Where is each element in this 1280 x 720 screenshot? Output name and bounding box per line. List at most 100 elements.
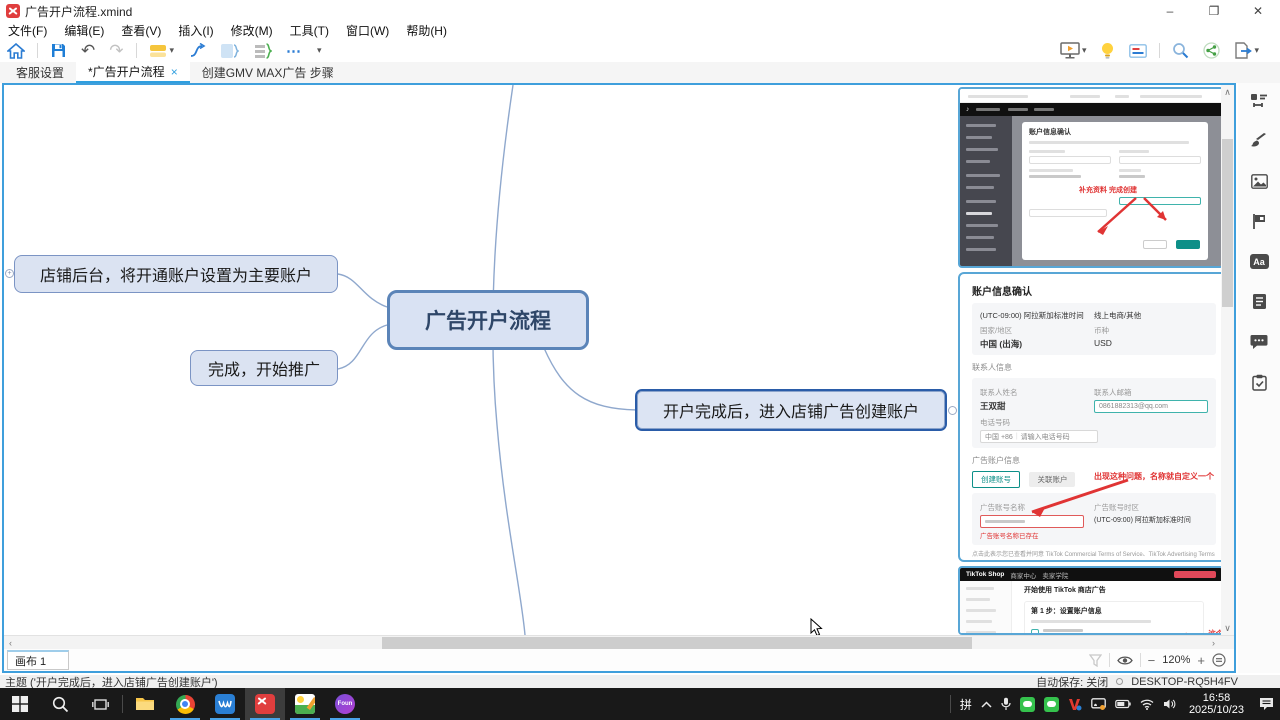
mindmap-canvas[interactable]: 店铺后台，将开通账户设置为主要账户 完成，开始推广 广告开户流程 开户完成后，进… — [4, 85, 1234, 635]
wechat-tray-icon[interactable] — [1020, 697, 1035, 712]
collapse-handle-left[interactable]: + — [5, 269, 14, 278]
tab-kefushezhi[interactable]: 客服设置 — [4, 62, 76, 83]
zoom-out-button[interactable]: − — [1148, 653, 1156, 668]
contact-email-input[interactable]: 0861882313@qq.com — [1094, 400, 1208, 413]
marker-flag-icon[interactable] — [1252, 213, 1267, 230]
save-button[interactable] — [43, 40, 74, 62]
tray-clock[interactable]: 16:58 2025/10/23 — [1189, 692, 1244, 716]
ime-indicator[interactable]: 拼 — [960, 696, 972, 713]
scroll-down-arrow[interactable]: ∨ — [1221, 621, 1234, 635]
topic-after-open-selected[interactable]: 开户完成后，进入店铺广告创建账户 — [637, 391, 945, 429]
task-clipboard-icon[interactable] — [1252, 374, 1267, 391]
menu-edit[interactable]: 编辑(E) — [64, 22, 104, 39]
ad-account-section-label: 广告账户信息 — [972, 455, 1216, 466]
attachment-screenshot-shop-ads[interactable]: TikTok Shop 商家中心 卖家学院 开始使用 TikTok 商店广告 第… — [958, 566, 1224, 635]
image-icon[interactable] — [1251, 174, 1268, 189]
menu-help[interactable]: 帮助(H) — [406, 22, 447, 39]
foun-app-button[interactable]: Foun — [325, 688, 365, 720]
zoom-in-button[interactable]: + — [1197, 653, 1205, 668]
wifi-tray-icon[interactable] — [1140, 699, 1154, 710]
minimize-button[interactable]: – — [1148, 0, 1192, 22]
ad-name-error: 广告账号名称已存在 — [980, 530, 1094, 540]
create-account-tab[interactable]: 创建账号 — [972, 471, 1020, 488]
scroll-left-arrow[interactable]: ‹ — [4, 636, 17, 650]
status-bar: 主题 ('开户完成后，进入店铺广告创建账户') 自动保存: 关闭 DESKTOP… — [0, 675, 1280, 688]
redo-button[interactable]: ↷ — [102, 40, 130, 62]
sync-status-icon — [1116, 678, 1123, 685]
comment-icon[interactable] — [1250, 334, 1268, 350]
notification-center-icon[interactable] — [1259, 697, 1274, 711]
tab-guanggao-kaihu[interactable]: *广告开户流程 × — [76, 62, 190, 83]
phone-input[interactable]: 中国 +86 | 请输入电话号码 — [980, 430, 1098, 443]
topic-label: 完成，开始推广 — [208, 356, 320, 380]
zen-mode-button[interactable] — [1093, 40, 1122, 62]
menu-window[interactable]: 窗口(W) — [346, 22, 389, 39]
collapse-handle-right[interactable] — [948, 406, 957, 415]
boundary-button[interactable] — [246, 40, 279, 62]
mouse-cursor — [810, 618, 823, 635]
task-view-button[interactable] — [80, 688, 120, 720]
more-tools-button[interactable]: ⋯ — [279, 40, 308, 62]
menu-view[interactable]: 查看(V) — [121, 22, 161, 39]
menu-tools[interactable]: 工具(T) — [290, 22, 329, 39]
toolbar-overflow-caret[interactable]: ▾ — [308, 40, 329, 62]
horizontal-scroll-thumb[interactable] — [382, 637, 972, 649]
relationship-button[interactable] — [181, 40, 213, 62]
overview-button[interactable] — [1122, 40, 1154, 62]
label-aa-icon[interactable]: Aa — [1250, 254, 1269, 269]
restore-button[interactable]: ❐ — [1192, 0, 1236, 22]
tab-label: 创建GMV MAX广告 步骤 — [202, 64, 334, 81]
filter-icon[interactable] — [1089, 654, 1102, 667]
start-button[interactable] — [0, 688, 40, 720]
close-button[interactable]: ✕ — [1236, 0, 1280, 22]
microphone-icon[interactable] — [1001, 697, 1011, 711]
format-brush-icon[interactable] — [1250, 133, 1268, 150]
screencast-tray-icon[interactable] — [1091, 698, 1106, 710]
wecom-tray-icon[interactable] — [1044, 697, 1059, 712]
outline-structure-icon[interactable] — [1250, 93, 1268, 109]
menu-modify[interactable]: 修改(M) — [231, 22, 273, 39]
pitch-mode-eye-icon[interactable] — [1117, 655, 1133, 666]
contact-card: 联系人姓名 王双甜 联系人邮箱 0861882313@qq.com 电话号码 中… — [972, 378, 1216, 448]
file-explorer-button[interactable] — [125, 688, 165, 720]
contact-email-label: 联系人邮箱 — [1094, 387, 1208, 398]
topic-finish-promote[interactable]: 完成，开始推广 — [190, 350, 338, 386]
attachment-screenshot-account-confirm-2[interactable]: 账户信息确认 (UTC-09:00) 阿拉斯加标准时间 线上电商/其他 国家/地… — [958, 272, 1230, 562]
topic-shop-backend[interactable]: 店铺后台，将开通账户设置为主要账户 — [14, 255, 338, 293]
home-button[interactable] — [0, 40, 32, 62]
vertical-scroll-thumb[interactable] — [1222, 139, 1233, 307]
share-button[interactable] — [1196, 40, 1227, 62]
menu-file[interactable]: 文件(F) — [8, 22, 47, 39]
speaker-tray-icon[interactable] — [1163, 698, 1176, 710]
canvas-vertical-scrollbar[interactable]: ∧ ∨ — [1221, 85, 1234, 635]
attachment-screenshot-account-confirm-1[interactable]: ♪ — [958, 87, 1224, 268]
phone-country-code: 中国 +86 — [985, 432, 1013, 442]
scroll-up-arrow[interactable]: ∧ — [1221, 85, 1234, 99]
summary-button[interactable] — [213, 40, 246, 62]
notes-icon[interactable] — [1252, 293, 1267, 310]
search-button[interactable] — [1165, 40, 1196, 62]
sheet-tab-canvas1[interactable]: 画布 1 — [7, 650, 69, 670]
xmind-taskbar-button[interactable] — [245, 688, 285, 720]
insert-topic-button[interactable]: ▾ — [142, 40, 182, 62]
tray-time: 16:58 — [1189, 692, 1244, 704]
tab-close-icon[interactable]: × — [171, 65, 178, 79]
scroll-right-arrow[interactable]: › — [1207, 636, 1220, 650]
currency-value: USD — [1094, 338, 1208, 348]
image-viewer-button[interactable] — [285, 688, 325, 720]
menu-insert[interactable]: 插入(I) — [178, 22, 213, 39]
blue-swirl-app-button[interactable] — [205, 688, 245, 720]
undo-button[interactable]: ↶ — [74, 40, 102, 62]
battery-tray-icon[interactable] — [1115, 699, 1131, 709]
canvas-horizontal-scrollbar[interactable]: ‹ › — [4, 635, 1234, 649]
red-v-app-icon[interactable] — [1068, 698, 1082, 711]
tab-gmv-max[interactable]: 创建GMV MAX广告 步骤 — [190, 62, 346, 83]
presentation-button[interactable]: ▾ — [1053, 40, 1094, 62]
taskbar-search-button[interactable] — [40, 688, 80, 720]
fit-window-icon[interactable] — [1212, 653, 1226, 667]
central-topic[interactable]: 广告开户流程 — [387, 290, 589, 350]
title-bar: 广告开户流程.xmind – ❐ ✕ — [0, 0, 1280, 22]
export-button[interactable]: ▾ — [1227, 40, 1266, 62]
tray-chevron-up-icon[interactable] — [981, 701, 992, 708]
chrome-button[interactable] — [165, 688, 205, 720]
